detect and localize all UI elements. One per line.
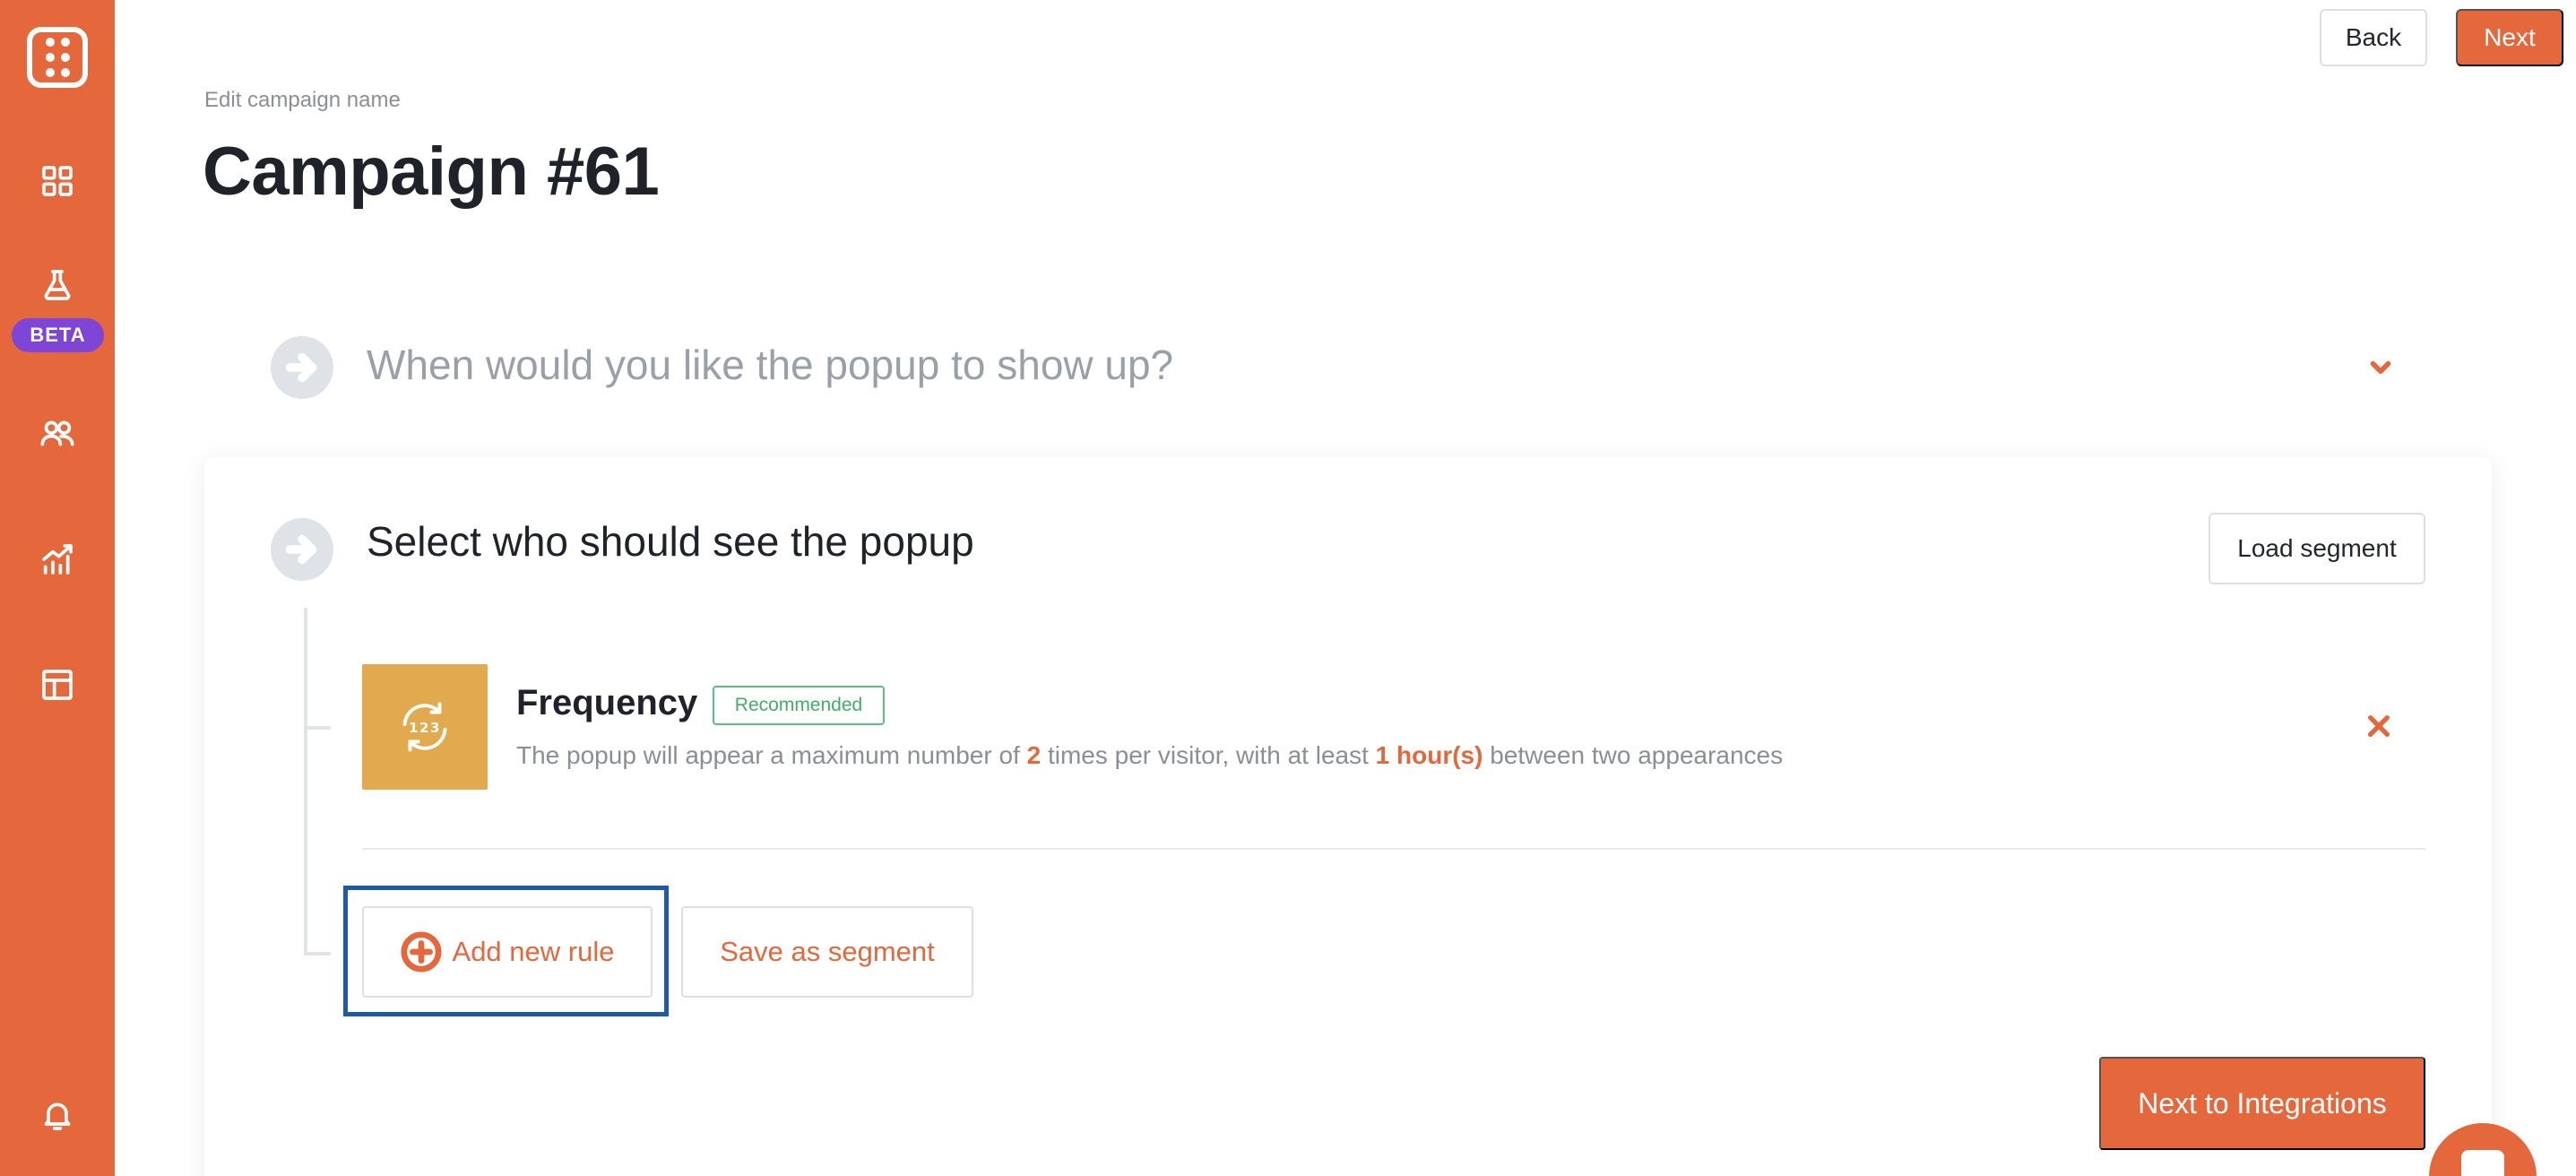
load-segment-button[interactable]: Load segment (2209, 513, 2425, 584)
frequency-123-icon: 123 (362, 664, 488, 790)
step2-arrow-icon (271, 518, 333, 581)
users-icon[interactable] (36, 412, 79, 455)
flask-icon[interactable] (36, 264, 79, 307)
step1-arrow-icon (271, 336, 333, 399)
beta-badge: BETA (12, 318, 104, 352)
tree-branch (304, 952, 331, 956)
bell-icon[interactable] (36, 1094, 79, 1137)
next-button[interactable]: Next (2456, 9, 2563, 66)
dice-logo-icon[interactable] (27, 27, 88, 88)
rule-desc-suffix: between two appearances (1482, 741, 1784, 769)
rule-desc-middle: times per visitor, with at least (1041, 741, 1376, 769)
add-new-rule-button[interactable]: Add new rule (362, 906, 653, 998)
chevron-down-icon[interactable] (2363, 350, 2399, 385)
plus-circle-icon (400, 931, 442, 973)
chat-bubble-icon (2461, 1150, 2504, 1176)
page-title[interactable]: Campaign #61 (203, 133, 660, 211)
tree-connector (304, 608, 307, 954)
dashboard-grid-icon[interactable] (36, 160, 79, 203)
interval-value: 1 hour(s) (1375, 741, 1483, 769)
close-icon[interactable] (2361, 708, 2397, 744)
divider (362, 848, 2425, 850)
analytics-chart-icon[interactable] (36, 538, 79, 581)
rule-description[interactable]: The popup will appear a maximum number o… (516, 741, 1783, 770)
save-as-segment-button[interactable]: Save as segment (681, 906, 973, 998)
back-button[interactable]: Back (2320, 9, 2427, 66)
step2-title: Select who should see the popup (367, 518, 974, 565)
max-times-value: 2 (1026, 741, 1042, 769)
add-new-rule-label: Add new rule (452, 936, 615, 967)
step1-title[interactable]: When would you like the popup to show up… (367, 341, 1173, 389)
tree-branch (304, 726, 331, 730)
rule-title: Frequency (516, 683, 698, 722)
next-to-integrations-button[interactable]: Next to Integrations (2099, 1057, 2425, 1150)
sidebar: BETA (0, 0, 115, 1176)
layout-template-icon[interactable] (36, 663, 79, 706)
edit-campaign-name-link[interactable]: Edit campaign name (204, 88, 401, 113)
rule-desc-prefix: The popup will appear a maximum number o… (516, 741, 1027, 769)
recommended-badge: Recommended (713, 686, 885, 725)
svg-text:123: 123 (409, 720, 441, 736)
